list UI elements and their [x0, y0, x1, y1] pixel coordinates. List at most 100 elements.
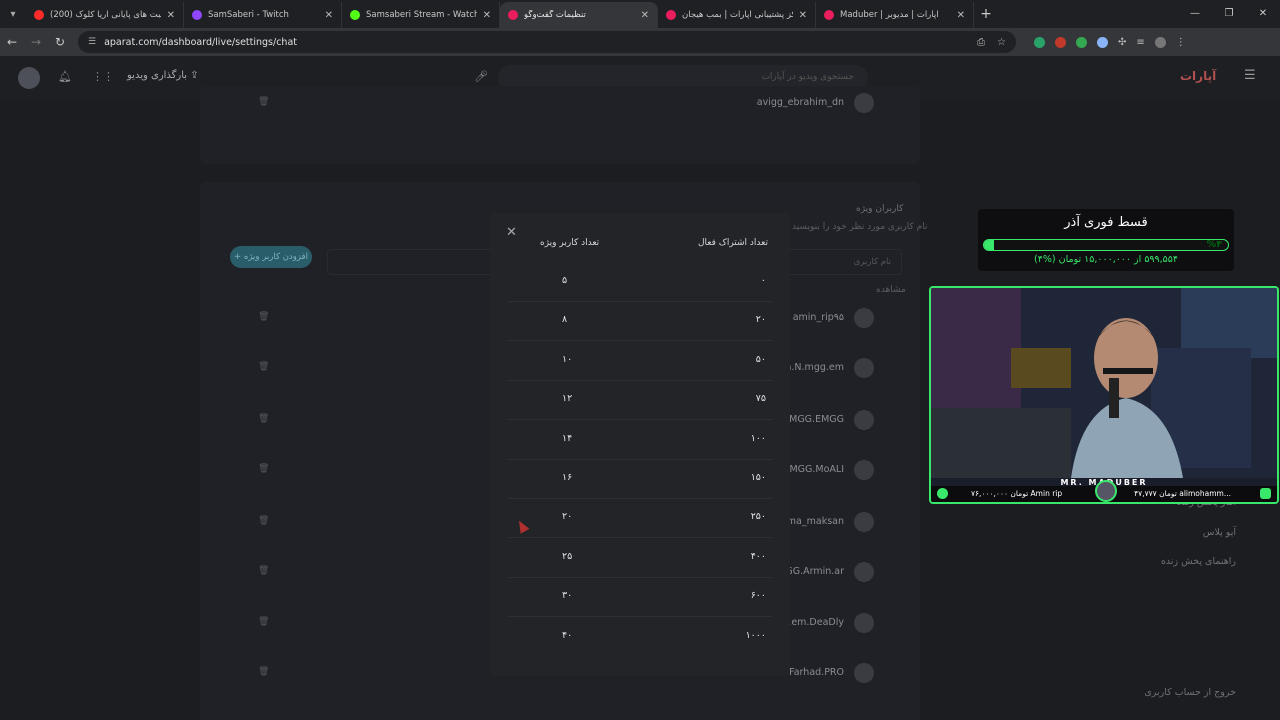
sidebar-item[interactable]: خروج از حساب کاربری — [1144, 687, 1236, 698]
view-label[interactable]: مشاهده — [876, 285, 906, 295]
upload-video-button[interactable]: بارگذاری ویدیو ⇪ — [127, 70, 199, 81]
tab-2[interactable]: Samsaberi Stream - Watch Live ✕ — [342, 2, 500, 28]
tab-search-icon[interactable]: ▾ — [0, 0, 26, 28]
search-placeholder: جستجوی ویدیو در آپارات — [761, 72, 854, 82]
close-icon[interactable]: ✕ — [506, 225, 517, 240]
special-users-cell: ۸ — [562, 314, 568, 326]
user-avatar — [854, 460, 874, 480]
active-subs-cell: ۱۰۰ — [750, 432, 766, 444]
tab-3[interactable]: تنظیمات گفت‌وگو ✕ — [500, 2, 658, 28]
tab-favicon-icon — [350, 10, 360, 20]
tab-strip: (200) صحبت های پایانی آریا کلوک✕SamSaber… — [26, 0, 974, 28]
special-users-cell: ۲۵ — [562, 550, 573, 562]
tab-close-icon[interactable]: ✕ — [325, 10, 333, 21]
minimize-icon[interactable]: — — [1178, 0, 1212, 28]
page: 🔔︎ ⋮⋮ بارگذاری ویدیو ⇪ 🎤︎ ⌕ جستجوی ویدیو… — [0, 56, 1280, 720]
tab-favicon-icon — [192, 10, 202, 20]
upload-label: بارگذاری ویدیو — [127, 70, 188, 81]
microphone-icon[interactable]: 🎤︎ — [474, 70, 488, 83]
special-users-cell: ۱۶ — [562, 472, 573, 483]
tab-1[interactable]: SamSaberi - Twitch ✕ — [184, 2, 342, 28]
money-icon — [937, 488, 948, 499]
active-subs-cell: ۵۰ — [755, 353, 766, 365]
delete-icon[interactable]: 🗑︎ — [258, 617, 269, 627]
tab-close-icon[interactable]: ✕ — [167, 10, 175, 21]
profile-icon[interactable] — [1154, 36, 1166, 48]
url-field[interactable]: ☰ aparat.com/dashboard/live/settings/cha… — [78, 31, 1016, 53]
site-info-icon[interactable]: ☰ — [88, 37, 96, 47]
user-name: amin_rip۹۵ — [792, 312, 844, 323]
tab-title: مرکز پشتیبانی آپارات | بمب هیجان — [682, 10, 793, 20]
tab-favicon-icon — [666, 10, 676, 20]
sidebar-item[interactable]: راهنمای پخش زنده — [1161, 556, 1236, 567]
avatar[interactable] — [18, 67, 40, 89]
tab-0[interactable]: (200) صحبت های پایانی آریا کلوک ✕ — [26, 2, 184, 28]
streamer-avatar — [1095, 480, 1117, 502]
user-name: EMGG.EMGG — [783, 414, 844, 425]
leaf-icon — [1260, 488, 1271, 499]
special-users-cell: ۱۰ — [562, 353, 573, 365]
notification-bell-icon[interactable]: 🔔︎ — [58, 70, 72, 83]
bookmark-star-icon[interactable]: ☆ — [997, 37, 1006, 48]
special-users-cell: ۴۰ — [562, 629, 573, 641]
url-text: aparat.com/dashboard/live/settings/chat — [104, 36, 297, 48]
special-users-cell: ۳۰ — [562, 590, 573, 602]
address-bar: ← → ↻ ☰ aparat.com/dashboard/live/settin… — [0, 28, 1280, 56]
username-placeholder: نام کاربری — [853, 257, 891, 267]
tab-4[interactable]: مرکز پشتیبانی آپارات | بمب هیجان ✕ — [658, 2, 816, 28]
browser-menu-icon[interactable]: ⋮ — [1176, 37, 1186, 48]
hamburger-menu-icon[interactable]: ☰ — [1244, 68, 1256, 83]
goal-percent: %۴ — [1206, 239, 1222, 250]
close-window-icon[interactable]: ✕ — [1246, 0, 1280, 28]
active-subs-cell: ۱۰۰۰ — [745, 629, 766, 641]
sidebar-item[interactable]: آپو پلاس — [1203, 527, 1236, 538]
tab-title: Maduber | آپارات | مدیوبر — [840, 10, 939, 20]
extension-green-icon[interactable] — [1076, 36, 1087, 48]
table-row: ۱۶ ۱۵۰ — [508, 460, 772, 499]
user-name: avigg_ebrahim_dn — [756, 97, 844, 108]
extension-grammarly-icon[interactable] — [1034, 36, 1045, 48]
extension-blue-icon[interactable] — [1097, 36, 1108, 48]
delete-icon[interactable]: 🗑︎ — [258, 97, 269, 107]
user-avatar — [854, 562, 874, 582]
webcam-image — [931, 288, 1277, 478]
webcam-overlay: MR. MADUBER ۷۶,۰۰۰,۰۰۰ تومان Amin rip ۴۷… — [929, 286, 1279, 504]
reload-icon[interactable]: ↻ — [48, 35, 72, 49]
tab-title: (200) صحبت های پایانی آریا کلوک — [50, 10, 161, 20]
delete-icon[interactable]: 🗑︎ — [258, 414, 269, 424]
delete-icon[interactable]: 🗑︎ — [258, 312, 269, 322]
back-icon[interactable]: ← — [0, 35, 24, 49]
delete-icon[interactable]: 🗑︎ — [258, 362, 269, 372]
reading-list-icon[interactable]: ≡ — [1136, 37, 1144, 48]
tab-title: Samsaberi Stream - Watch Live — [366, 10, 477, 20]
forward-icon[interactable]: → — [24, 35, 48, 49]
active-subs-cell: ۶۰۰ — [750, 590, 766, 602]
active-subs-cell: ۲۵۰ — [750, 511, 766, 523]
delete-icon[interactable]: 🗑︎ — [258, 464, 269, 474]
special-users-title: کاربران ویژه — [856, 204, 904, 214]
add-button-label: افزودن کاربر ویژه — [243, 252, 308, 262]
plus-icon: + — [234, 252, 244, 262]
column-header-special-users: تعداد کاربر ویژه — [540, 238, 600, 248]
new-tab-button[interactable]: + — [974, 6, 998, 22]
add-special-user-button[interactable]: + افزودن کاربر ویژه — [230, 246, 312, 268]
restore-icon[interactable]: ❐ — [1212, 0, 1246, 28]
aparat-logo[interactable]: آپارات — [1180, 69, 1216, 83]
window-controls: — ❐ ✕ — [1178, 0, 1280, 28]
tab-close-icon[interactable]: ✕ — [957, 10, 965, 21]
tab-close-icon[interactable]: ✕ — [799, 10, 807, 21]
browser-tab-bar: ▾ (200) صحبت های پایانی آریا کلوک✕SamSab… — [0, 0, 1280, 28]
tab-close-icon[interactable]: ✕ — [483, 10, 491, 21]
delete-icon[interactable]: 🗑︎ — [258, 516, 269, 526]
extensions-puzzle-icon[interactable]: ✣ — [1118, 37, 1126, 48]
table-row: ۳۰ ۶۰۰ — [508, 578, 772, 618]
special-users-cell: ۵ — [562, 275, 568, 286]
tab-5[interactable]: Maduber | آپارات | مدیوبر ✕ — [816, 2, 974, 28]
tab-favicon-icon — [824, 10, 834, 20]
apps-grid-icon[interactable]: ⋮⋮ — [92, 70, 114, 83]
delete-icon[interactable]: 🗑︎ — [258, 566, 269, 576]
extension-pdf-icon[interactable] — [1055, 36, 1066, 48]
delete-icon[interactable]: 🗑︎ — [258, 667, 269, 677]
install-icon[interactable]: ⎙ — [977, 37, 985, 48]
tab-close-icon[interactable]: ✕ — [641, 10, 649, 21]
